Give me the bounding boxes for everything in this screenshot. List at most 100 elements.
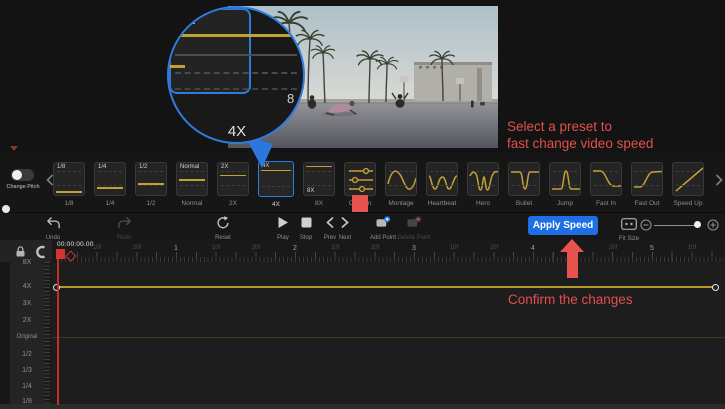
toolbar: Undo Redo Reset Play Stop Prev [0, 212, 725, 241]
delete-point-button[interactable]: Delete Point [390, 216, 438, 241]
ruler-label: 10f [323, 245, 347, 251]
collapse-arrow-icon[interactable] [10, 146, 18, 151]
delete-point-icon [406, 216, 422, 229]
magnet-icon[interactable] [33, 245, 47, 259]
preset-card-jump[interactable]: Jump [549, 162, 581, 207]
grid-line [175, 88, 297, 90]
preset-card-8x[interactable]: 8X 8X [303, 162, 335, 207]
preset-card-heartbeat[interactable]: Heartbeat [426, 162, 458, 207]
timeline-ruler[interactable]: 00:00:00.00 10f 20f 1 10f 20f 2 10f 20f … [0, 240, 725, 262]
zoom-in-icon[interactable] [707, 219, 719, 231]
bullet-curve-icon [509, 163, 540, 196]
ruler-label: 20f [244, 245, 268, 251]
preset-card-1-2[interactable]: 1/2 1/2 [135, 162, 167, 207]
reset-icon [216, 216, 230, 229]
preset-card-1-4[interactable]: 1/4 1/4 [94, 162, 126, 207]
annotation-arrow-shaft [567, 251, 578, 278]
redo-icon [117, 216, 132, 229]
preset-cards: 1/8 1/8 1/4 1/4 1/2 1/2 Normal Normal 2X… [53, 162, 704, 208]
speed-curve-canvas[interactable]: 8X 4X 3X 2X Original 1/2 1/3 1/4 1/8 [0, 262, 725, 404]
annotation-line: fast change video speed [507, 136, 653, 153]
annotation-select-preset: Select a preset to fast change video spe… [507, 119, 653, 152]
scale-label: 1/3 [10, 367, 44, 374]
annotation-confirm: Confirm the changes [508, 292, 633, 307]
preset-card-fast-out[interactable]: Fast Out [631, 162, 663, 207]
zoom-callout: 4X 8 4X [167, 6, 305, 144]
preset-card-normal[interactable]: Normal Normal [176, 162, 208, 207]
ruler-label: 1 [164, 245, 188, 252]
playhead-line[interactable] [57, 259, 59, 405]
preset-card-montage[interactable]: Montage [385, 162, 417, 207]
preset-card-fast-in[interactable]: Fast In [590, 162, 622, 207]
zoom-slider-knob[interactable] [694, 221, 701, 228]
speed-line [220, 175, 246, 177]
undo-button[interactable]: Undo [29, 216, 77, 241]
video-speed-editor: 4X 8 4X Change Pitch 1/8 1/8 1/4 1/4 [0, 0, 725, 409]
strip-divider-handle[interactable] [2, 205, 10, 213]
reset-button[interactable]: Reset [199, 216, 247, 241]
heartbeat-curve-icon [427, 163, 458, 196]
fast-in-curve-icon [591, 163, 622, 196]
add-point-icon [375, 216, 391, 229]
magnified-neighbor-line [169, 65, 185, 68]
scale-label: Original [10, 334, 44, 340]
annotation-red-square [352, 195, 368, 212]
ruler-label: 2 [283, 245, 307, 252]
curve-control-point-end[interactable] [712, 284, 719, 291]
speed-line [175, 34, 297, 37]
lock-icon[interactable] [14, 245, 27, 258]
speed-line [97, 187, 123, 189]
strip-scroll-right-icon[interactable] [715, 174, 723, 186]
ruler-label: 10f [204, 245, 228, 251]
apply-speed-button[interactable]: Apply Speed [528, 216, 598, 235]
original-speed-line [52, 337, 725, 338]
ruler-label: 4 [521, 245, 545, 252]
scale-label: 1/4 [10, 383, 44, 390]
preset-card-hero[interactable]: Hero [467, 162, 499, 207]
speed-line [138, 183, 164, 185]
change-pitch-label: Change Pitch [0, 184, 46, 190]
ruler-label: 20f [125, 245, 149, 251]
playhead-marker[interactable] [56, 249, 65, 259]
zoom-out-icon[interactable] [640, 219, 652, 231]
speed-line [56, 191, 82, 193]
preset-card-bullet[interactable]: Bullet [508, 162, 540, 207]
ruler-label: 10f [680, 245, 704, 251]
left-gutter [0, 262, 10, 404]
custom-sliders-icon [345, 163, 376, 196]
hero-curve-icon [468, 163, 499, 196]
speed-scale-ticks [44, 262, 52, 404]
ruler-label: 5 [640, 245, 664, 252]
fast-out-curve-icon [632, 163, 663, 196]
next-icon [340, 216, 350, 229]
scale-label: 2X [10, 317, 44, 324]
speed-curve-line[interactable] [57, 286, 717, 288]
ruler-label: 10f [85, 245, 109, 251]
scale-label: 3X [10, 300, 44, 307]
undo-icon [46, 216, 61, 229]
annotation-line: Select a preset to [507, 119, 653, 136]
grid-line [175, 54, 297, 56]
magnified-caption: 4X [196, 123, 278, 140]
redo-button[interactable]: Redo [100, 216, 148, 241]
preset-card-1-8[interactable]: 1/8 1/8 [53, 162, 85, 207]
ruler-label: 3 [402, 245, 426, 252]
montage-curve-icon [386, 163, 417, 196]
scale-label: 1/2 [10, 351, 44, 358]
ruler-label: 20f [601, 245, 625, 251]
ruler-label: 10f [442, 245, 466, 251]
magnified-4x-card: 4X [169, 8, 251, 94]
ruler-label: 20f [482, 245, 506, 251]
magnified-8x-fragment: 8 [287, 91, 294, 106]
change-pitch-toggle[interactable] [11, 169, 34, 181]
ruler-label: 20f [363, 245, 387, 251]
preset-card-speed-up[interactable]: Speed Up [672, 162, 704, 207]
jump-curve-icon [550, 163, 581, 196]
fit-size-icon [621, 218, 637, 230]
magnified-4x-label: 4X [177, 11, 195, 28]
toggle-knob [12, 170, 22, 180]
speed-line [179, 179, 205, 181]
speed-line [306, 166, 332, 168]
horizontal-scrollbar[interactable] [0, 404, 725, 409]
grid-line [175, 72, 297, 74]
